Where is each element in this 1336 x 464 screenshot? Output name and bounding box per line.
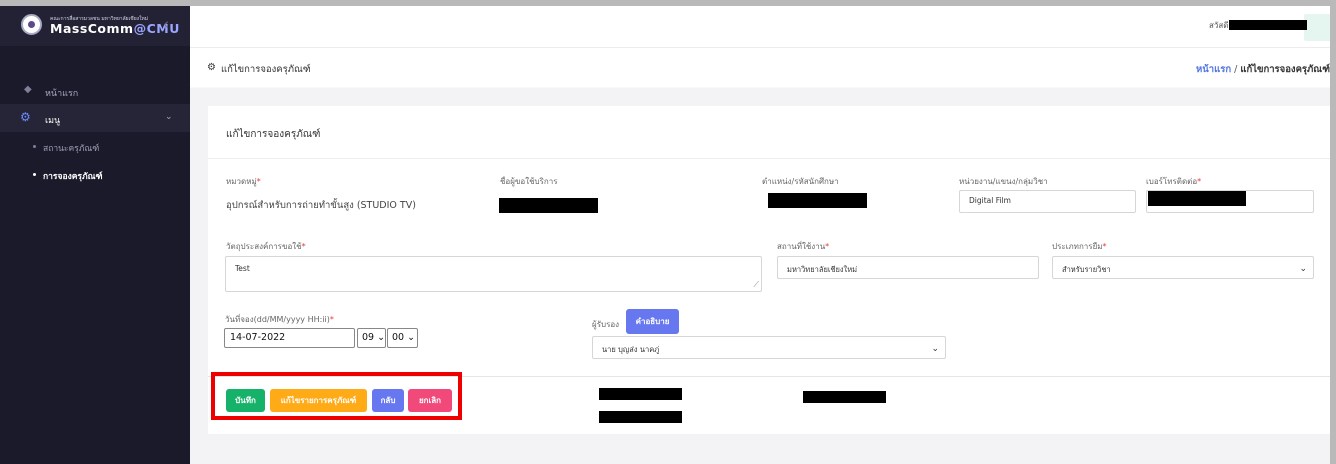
borrow-type-label: ประเภทการยืม* bbox=[1052, 240, 1107, 253]
required-mark: * bbox=[1197, 177, 1202, 186]
brand: คณะการสื่อสารมวลชน มหาวิทยาลัยเชียงใหม่ … bbox=[0, 6, 190, 46]
breadcrumb: หน้าแรก / แก้ไขการจองครุภัณฑ์ bbox=[1196, 62, 1330, 77]
back-button[interactable]: กลับ bbox=[372, 389, 404, 412]
divider bbox=[208, 158, 1336, 159]
borrow-type-value: สำหรับรายวิชา bbox=[1062, 265, 1111, 274]
category-label-text: หมวดหมู่ bbox=[226, 177, 257, 186]
redacted-info bbox=[599, 411, 682, 423]
gears-icon: ⚙ bbox=[20, 110, 31, 124]
category-value: อุปกรณ์สำหรับการถ่ายทำขั้นสูง (STUDIO TV… bbox=[226, 200, 416, 211]
greeting: สวัสดี, bbox=[1209, 21, 1231, 30]
receiver-value: นาย บุญส่ง นาคภู่ bbox=[602, 345, 660, 354]
required-mark: * bbox=[301, 242, 306, 251]
purpose-value: Test bbox=[235, 264, 250, 273]
breadcrumb-home-link[interactable]: หน้าแรก bbox=[1196, 64, 1231, 75]
receiver-label: ผู้รับรอง bbox=[592, 320, 620, 329]
chevron-down-icon: ⌄ bbox=[165, 112, 173, 122]
date-input[interactable]: 14-07-2022 bbox=[224, 328, 355, 348]
position-label: ตำแหน่ง/รหัสนักศึกษา bbox=[762, 177, 839, 186]
borrow-type-select[interactable]: สำหรับรายวิชา ⌄ bbox=[1052, 256, 1314, 279]
required-mark: * bbox=[1102, 242, 1107, 251]
window-edge bbox=[1330, 0, 1336, 464]
resize-grip-icon[interactable]: ⟋ bbox=[753, 280, 759, 290]
breadcrumb-separator: / bbox=[1231, 64, 1241, 75]
hour-select[interactable]: 09 ⌄ bbox=[357, 328, 386, 348]
edit-equipment-list-button[interactable]: แก้ไขรายการครุภัณฑ์ bbox=[270, 389, 367, 412]
sidebar-subitem-label: สถานะครุภัณฑ์ bbox=[43, 144, 100, 154]
department-label: หน่วยงาน/แขนง/กลุ่มวิชา bbox=[959, 177, 1048, 186]
chevron-left-icon[interactable]: ‹ bbox=[163, 15, 169, 33]
chevron-down-icon: ⌄ bbox=[1299, 264, 1307, 274]
department-field[interactable]: Digital Film bbox=[959, 190, 1136, 213]
sidebar-item-label: หน้าแรก bbox=[45, 89, 79, 99]
form-card: แก้ไขการจองครุภัณฑ์ หมวดหมู่* อุปกรณ์สำห… bbox=[208, 106, 1336, 434]
requester-label: ชื่อผู้ขอใช้บริการ bbox=[500, 177, 558, 186]
topbar: สวัสดี, bbox=[190, 6, 1336, 48]
sidebar-subitem-label: การจองครุภัณฑ์ bbox=[43, 172, 103, 182]
required-mark: * bbox=[256, 177, 261, 186]
explain-button[interactable]: คำอธิบาย bbox=[626, 309, 679, 334]
chevron-down-icon: ⌄ bbox=[931, 344, 939, 354]
sidebar-item-home[interactable]: ◆ หน้าแรก bbox=[0, 77, 190, 105]
category-label: หมวดหมู่* bbox=[226, 175, 261, 188]
phone-value-redacted bbox=[1148, 191, 1246, 206]
purpose-textarea[interactable]: Test ⟋ bbox=[225, 256, 762, 292]
requester-value-redacted bbox=[499, 198, 598, 213]
user-name-redacted[interactable] bbox=[1229, 20, 1307, 30]
purpose-label: วัตถุประสงค์การขอใช้* bbox=[226, 240, 306, 253]
card-title: แก้ไขการจองครุภัณฑ์ bbox=[226, 129, 321, 140]
brand-title: MassComm@CMU bbox=[50, 21, 180, 36]
redacted-info bbox=[599, 388, 682, 400]
required-mark: * bbox=[329, 315, 334, 324]
place-label: สถานที่ใช้งาน* bbox=[777, 240, 829, 253]
sidebar-item-menu[interactable]: ⚙ เมนู ⌄ bbox=[0, 104, 190, 132]
sidebar-item-label: เมนู bbox=[45, 116, 61, 126]
app-window: คณะการสื่อสารมวลชน มหาวิทยาลัยเชียงใหม่ … bbox=[0, 6, 1336, 464]
divider bbox=[208, 376, 1336, 377]
sidebar-subitem-equipment-status[interactable]: สถานะครุภัณฑ์ bbox=[0, 137, 190, 157]
phone-label-text: เบอร์โทรติดต่อ bbox=[1146, 177, 1198, 186]
position-value-redacted bbox=[768, 193, 867, 208]
date-label-text: วันที่จอง(dd/MM/yyyy HH:ii) bbox=[225, 315, 330, 324]
place-label-text: สถานที่ใช้งาน bbox=[777, 242, 826, 251]
place-field[interactable]: มหาวิทยาลัยเชียงใหม่ bbox=[777, 256, 1039, 279]
hour-value: 09 bbox=[362, 332, 375, 343]
main-content: แก้ไขการจองครุภัณฑ์ หมวดหมู่* อุปกรณ์สำห… bbox=[190, 88, 1336, 464]
redacted-info bbox=[803, 391, 886, 403]
sidebar: คณะการสื่อสารมวลชน มหาวิทยาลัยเชียงใหม่ … bbox=[0, 6, 190, 464]
chevron-down-icon: ⌄ bbox=[377, 332, 386, 343]
borrow-type-label-text: ประเภทการยืม bbox=[1052, 242, 1103, 251]
receiver-select[interactable]: นาย บุญส่ง นาคภู่ ⌄ bbox=[592, 336, 946, 359]
minute-select[interactable]: 00 ⌄ bbox=[387, 328, 418, 348]
breadcrumb-current: แก้ไขการจองครุภัณฑ์ bbox=[1240, 64, 1330, 75]
date-label: วันที่จอง(dd/MM/yyyy HH:ii)* bbox=[225, 313, 334, 326]
page-title: แก้ไขการจองครุภัณฑ์ bbox=[221, 64, 311, 75]
logo-icon bbox=[21, 14, 42, 35]
cancel-button[interactable]: ยกเลิก bbox=[408, 389, 452, 412]
page-header: ⚙ แก้ไขการจองครุภัณฑ์ หน้าแรก / แก้ไขการ… bbox=[190, 49, 1336, 87]
sidebar-subitem-equipment-booking[interactable]: การจองครุภัณฑ์ bbox=[0, 165, 190, 185]
chevron-down-icon: ⌄ bbox=[407, 332, 416, 343]
brand-name: MassComm bbox=[50, 21, 134, 36]
brand-at: @ bbox=[133, 21, 147, 36]
bullet-icon bbox=[33, 173, 36, 176]
phone-label: เบอร์โทรติดต่อ* bbox=[1146, 175, 1201, 188]
save-button[interactable]: บันทึก bbox=[226, 389, 265, 412]
purpose-label-text: วัตถุประสงค์การขอใช้ bbox=[226, 242, 302, 251]
minute-value: 00 bbox=[392, 332, 405, 343]
bullet-icon bbox=[33, 145, 36, 148]
required-mark: * bbox=[825, 242, 830, 251]
gears-icon: ⚙ bbox=[207, 62, 216, 73]
diamond-icon: ◆ bbox=[24, 84, 32, 95]
